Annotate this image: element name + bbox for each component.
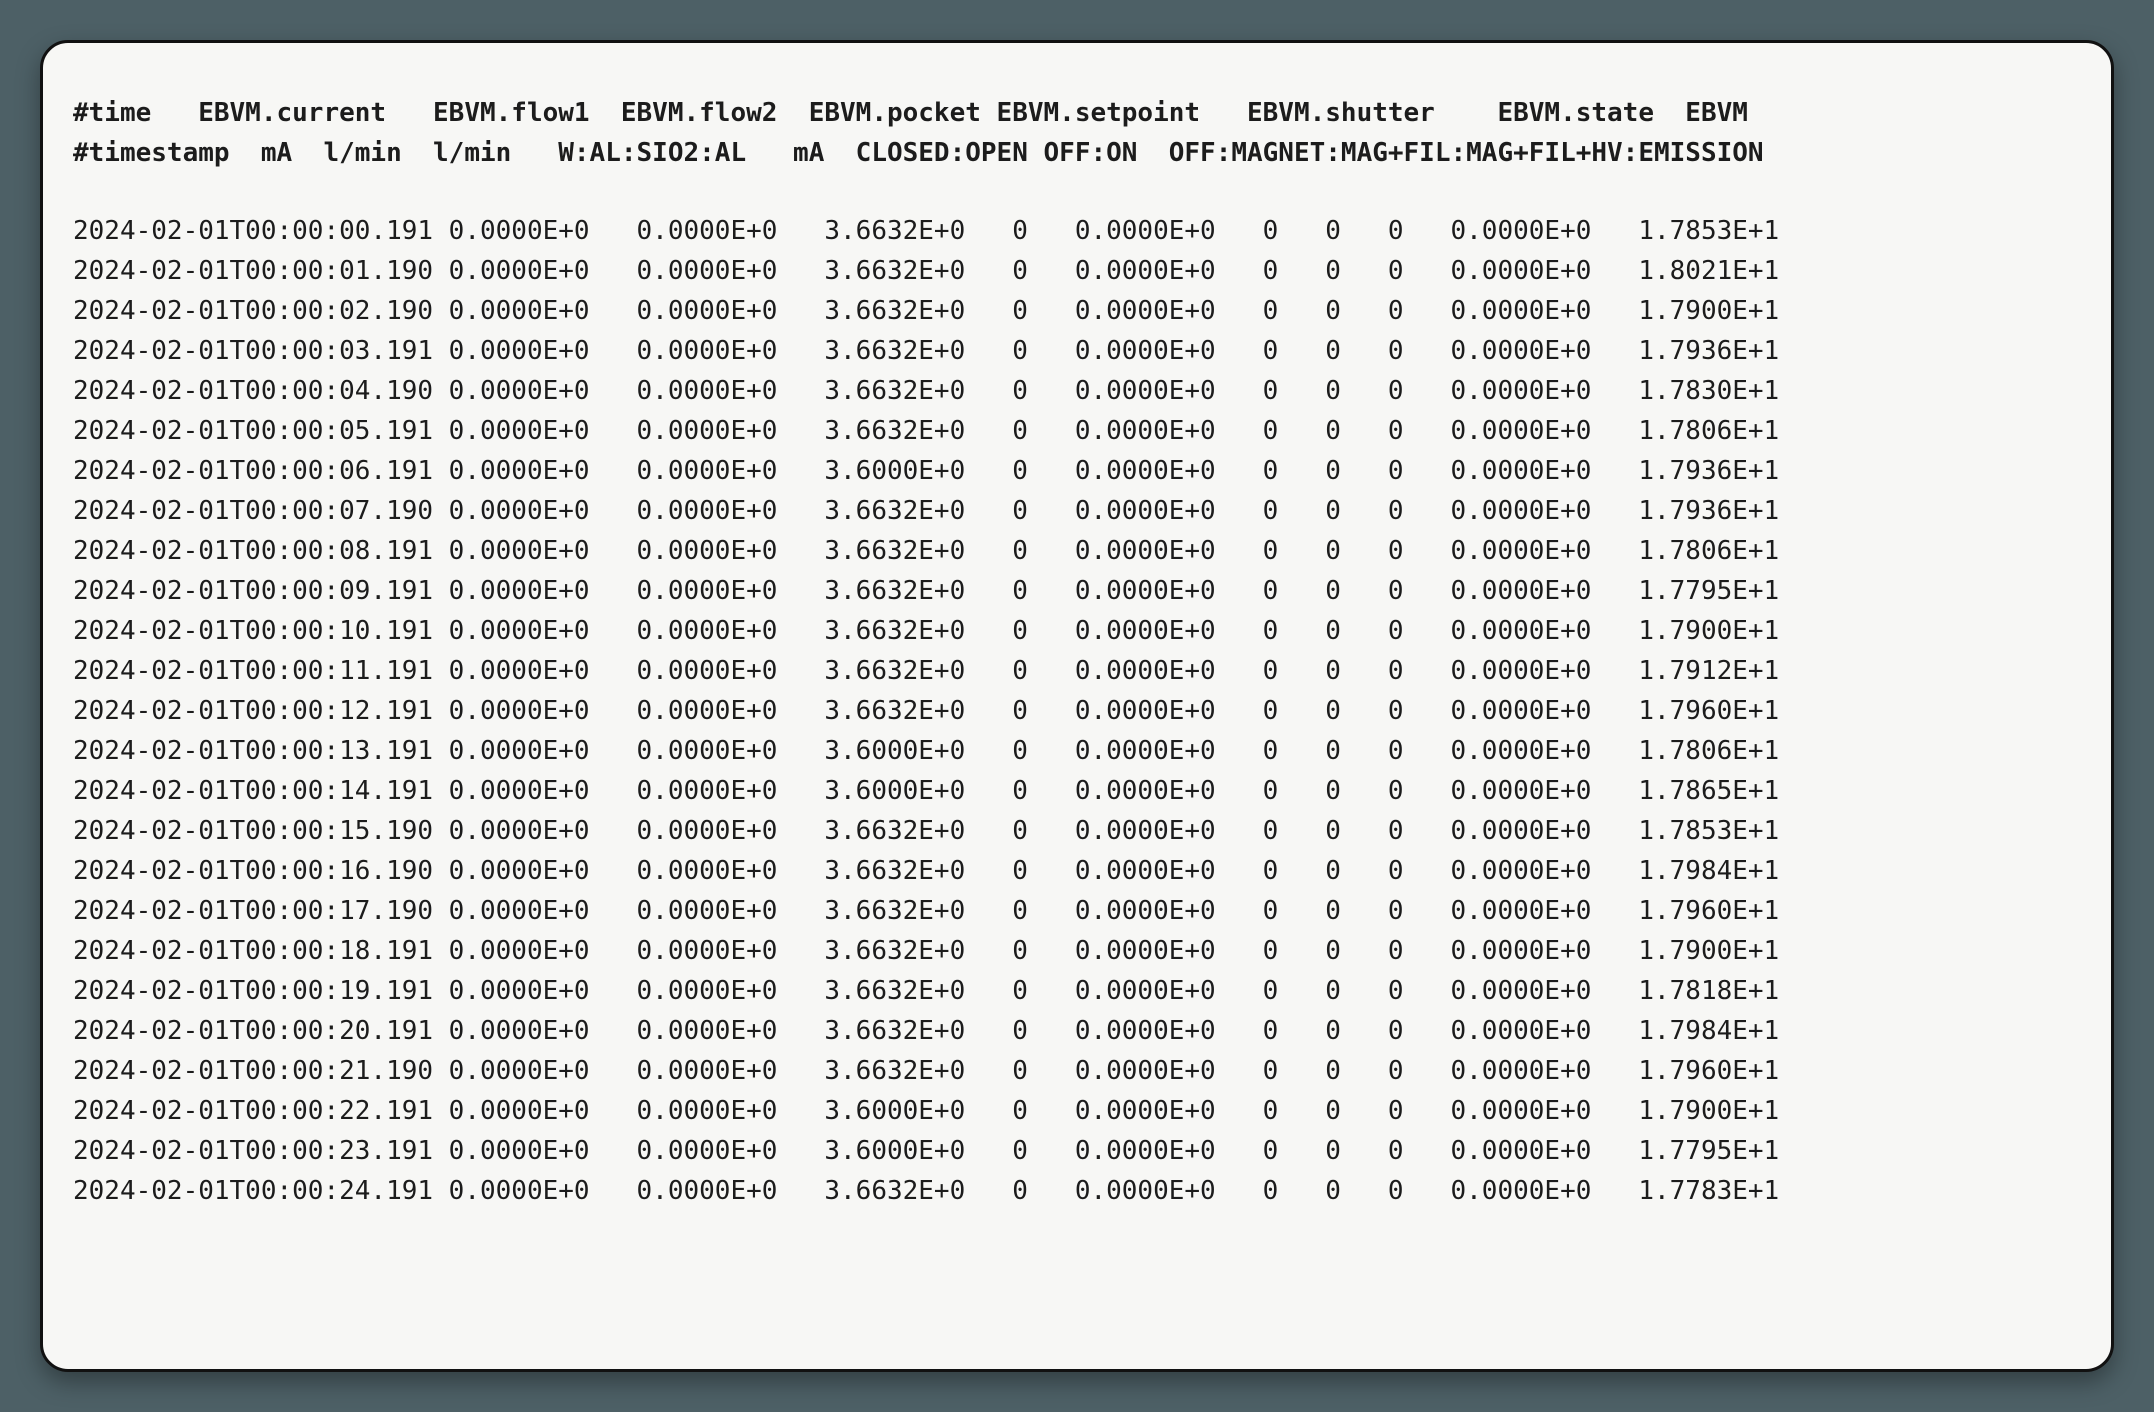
table-row: 2024-02-01T00:00:12.191 0.0000E+0 0.0000… (73, 691, 2081, 731)
table-row: 2024-02-01T00:00:05.191 0.0000E+0 0.0000… (73, 411, 2081, 451)
table-row: 2024-02-01T00:00:09.191 0.0000E+0 0.0000… (73, 571, 2081, 611)
table-row: 2024-02-01T00:00:19.191 0.0000E+0 0.0000… (73, 971, 2081, 1011)
table-row: 2024-02-01T00:00:11.191 0.0000E+0 0.0000… (73, 651, 2081, 691)
table-row: 2024-02-01T00:00:08.191 0.0000E+0 0.0000… (73, 531, 2081, 571)
table-row: 2024-02-01T00:00:17.190 0.0000E+0 0.0000… (73, 891, 2081, 931)
header-line-1: #time EBVM.current EBVM.flow1 EBVM.flow2… (73, 93, 2081, 133)
table-row: 2024-02-01T00:00:16.190 0.0000E+0 0.0000… (73, 851, 2081, 891)
table-row: 2024-02-01T00:00:07.190 0.0000E+0 0.0000… (73, 491, 2081, 531)
table-row: 2024-02-01T00:00:13.191 0.0000E+0 0.0000… (73, 731, 2081, 771)
table-row: 2024-02-01T00:00:03.191 0.0000E+0 0.0000… (73, 331, 2081, 371)
log-panel: #time EBVM.current EBVM.flow1 EBVM.flow2… (40, 40, 2114, 1372)
table-row: 2024-02-01T00:00:14.191 0.0000E+0 0.0000… (73, 771, 2081, 811)
table-row: 2024-02-01T00:00:01.190 0.0000E+0 0.0000… (73, 251, 2081, 291)
table-row: 2024-02-01T00:00:24.191 0.0000E+0 0.0000… (73, 1171, 2081, 1211)
table-row: 2024-02-01T00:00:06.191 0.0000E+0 0.0000… (73, 451, 2081, 491)
table-row: 2024-02-01T00:00:15.190 0.0000E+0 0.0000… (73, 811, 2081, 851)
table-row: 2024-02-01T00:00:02.190 0.0000E+0 0.0000… (73, 291, 2081, 331)
table-row: 2024-02-01T00:00:10.191 0.0000E+0 0.0000… (73, 611, 2081, 651)
table-row: 2024-02-01T00:00:18.191 0.0000E+0 0.0000… (73, 931, 2081, 971)
table-row: 2024-02-01T00:00:20.191 0.0000E+0 0.0000… (73, 1011, 2081, 1051)
table-row: 2024-02-01T00:00:22.191 0.0000E+0 0.0000… (73, 1091, 2081, 1131)
table-row: 2024-02-01T00:00:21.190 0.0000E+0 0.0000… (73, 1051, 2081, 1091)
header-line-2: #timestamp mA l/min l/min W:AL:SIO2:AL m… (73, 133, 2081, 173)
table-row: 2024-02-01T00:00:00.191 0.0000E+0 0.0000… (73, 211, 2081, 251)
table-row: 2024-02-01T00:00:23.191 0.0000E+0 0.0000… (73, 1131, 2081, 1171)
data-table: 2024-02-01T00:00:00.191 0.0000E+0 0.0000… (73, 211, 2081, 1211)
table-row: 2024-02-01T00:00:04.190 0.0000E+0 0.0000… (73, 371, 2081, 411)
